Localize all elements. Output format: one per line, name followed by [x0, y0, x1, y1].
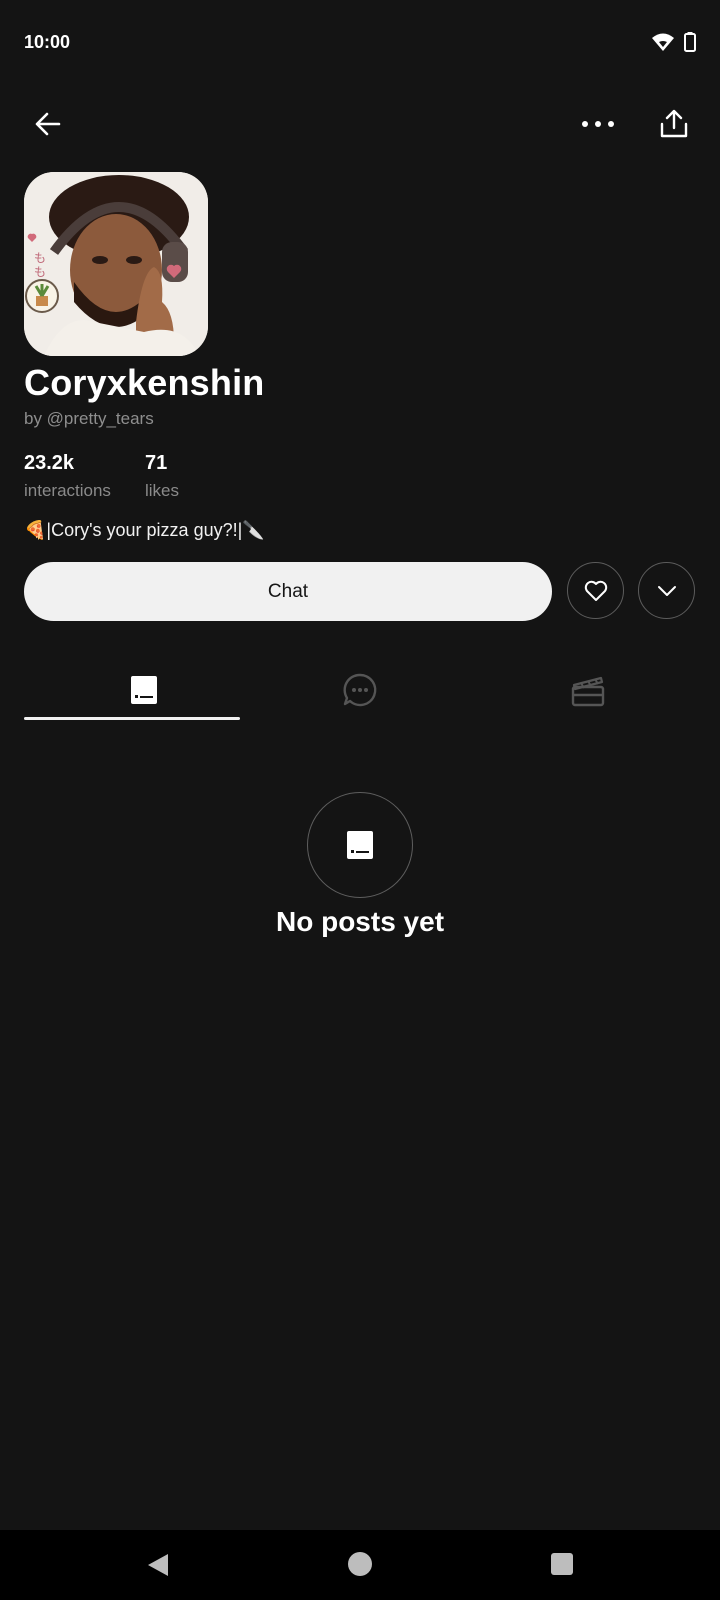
stat-value: 71 — [145, 452, 168, 474]
clapperboard-icon — [571, 676, 605, 707]
system-recents-button[interactable] — [551, 1553, 573, 1575]
posts-icon — [131, 676, 157, 704]
stat-value: 23.2k — [24, 452, 75, 474]
chat-button[interactable]: Chat — [24, 562, 552, 621]
share-icon — [660, 109, 688, 138]
like-button[interactable] — [567, 562, 624, 619]
chevron-down-icon — [657, 585, 676, 596]
active-tab-indicator — [24, 717, 240, 720]
empty-state-text: No posts yet — [275, 906, 445, 937]
svg-text:も: も — [34, 265, 46, 279]
avatar-illustration: も も — [24, 172, 208, 356]
creator-handle[interactable]: by @pretty_tears — [24, 409, 154, 429]
expand-button[interactable] — [638, 562, 695, 619]
status-time: 10:00 — [24, 32, 71, 52]
system-back-button[interactable] — [146, 1552, 170, 1583]
stat-interactions: 23.2k interactions — [24, 452, 111, 501]
system-home-button[interactable] — [348, 1552, 372, 1576]
posts-icon — [347, 831, 373, 859]
heart-icon — [584, 580, 607, 601]
stat-label: likes — [145, 481, 180, 500]
empty-state-icon-circle — [307, 792, 413, 898]
svg-text:も: も — [34, 251, 46, 265]
tab-chats[interactable] — [240, 660, 480, 720]
character-name: Coryxkenshin — [24, 362, 265, 403]
battery-icon — [684, 32, 696, 52]
status-icons — [652, 32, 696, 52]
share-button[interactable] — [650, 100, 698, 148]
tab-posts[interactable] — [24, 660, 264, 720]
stat-label: interactions — [24, 481, 111, 500]
back-arrow-icon — [35, 112, 61, 136]
avatar: も も — [24, 172, 208, 356]
wifi-icon — [652, 33, 674, 51]
more-options-button[interactable] — [574, 100, 622, 148]
tab-scenes[interactable] — [468, 660, 708, 720]
back-button[interactable] — [24, 100, 72, 148]
chat-bubble-icon — [343, 673, 377, 707]
triangle-back-icon — [148, 1554, 168, 1576]
stat-likes: 71 likes — [145, 452, 179, 501]
character-tagline: 🍕|Cory's your pizza guy?!|🔪 — [24, 520, 265, 540]
more-dots-icon — [582, 121, 614, 127]
